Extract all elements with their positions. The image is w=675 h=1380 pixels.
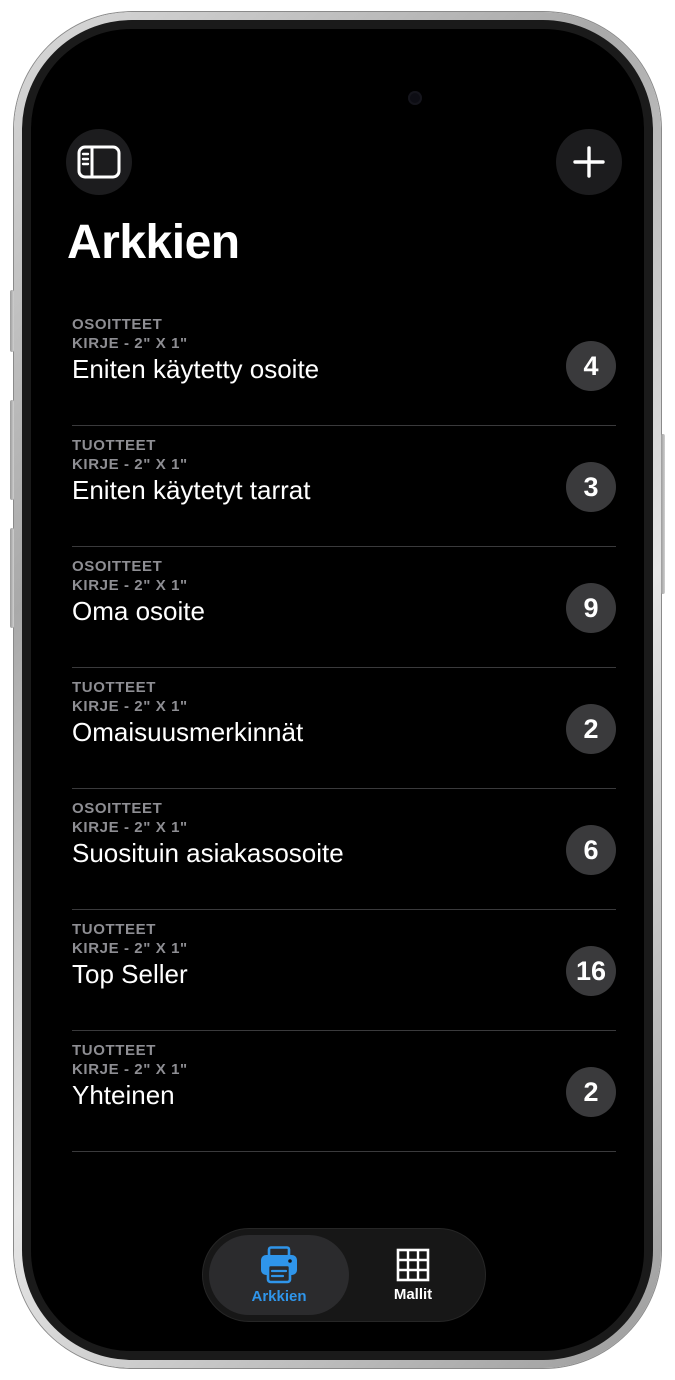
- sheet-category: OSOITTEET: [72, 800, 163, 817]
- sheet-name: Eniten käytetyt tarrat: [72, 475, 311, 505]
- page-title: Arkkien: [67, 216, 240, 269]
- sheet-list: OSOITTEET KIRJE - 2" X 1" Eniten käytett…: [72, 305, 616, 1152]
- list-item[interactable]: TUOTTEET KIRJE - 2" X 1" Eniten käytetyt…: [72, 426, 616, 547]
- sheet-name: Omaisuusmerkinnät: [72, 717, 304, 747]
- sheet-category: OSOITTEET: [72, 316, 163, 333]
- power-button: [661, 434, 665, 594]
- tab-label: Mallit: [393, 1285, 433, 1303]
- sidebar-toggle-button[interactable]: [66, 129, 132, 195]
- front-camera: [408, 91, 422, 105]
- sidebar-icon: [77, 145, 121, 179]
- screen: Arkkien OSOITTEET KIRJE - 2" X 1" Eniten…: [31, 29, 644, 1351]
- count-badge: 6: [566, 825, 616, 875]
- volume-down-button: [10, 528, 14, 628]
- count-badge: 16: [566, 946, 616, 996]
- sheet-format: KIRJE - 2" X 1": [72, 335, 188, 352]
- add-sheet-button[interactable]: [556, 129, 622, 195]
- phone-frame: Arkkien OSOITTEET KIRJE - 2" X 1" Eniten…: [10, 12, 665, 1368]
- count-badge: 2: [566, 704, 616, 754]
- sheet-category: TUOTTEET: [72, 921, 156, 938]
- sheet-format: KIRJE - 2" X 1": [72, 1061, 188, 1078]
- sheet-name: Eniten käytetty osoite: [72, 354, 320, 384]
- sheet-name: Yhteinen: [72, 1080, 175, 1110]
- tab-sheets[interactable]: Arkkien: [209, 1235, 349, 1315]
- count-badge: 2: [566, 1067, 616, 1117]
- volume-up-button: [10, 400, 14, 500]
- sheet-category: TUOTTEET: [72, 1042, 156, 1059]
- sheet-format: KIRJE - 2" X 1": [72, 577, 188, 594]
- tab-templates[interactable]: Mallit: [349, 1235, 477, 1315]
- sheet-format: KIRJE - 2" X 1": [72, 456, 188, 473]
- list-item[interactable]: OSOITTEET KIRJE - 2" X 1" Eniten käytett…: [72, 305, 616, 426]
- sheet-category: OSOITTEET: [72, 558, 163, 575]
- list-item[interactable]: OSOITTEET KIRJE - 2" X 1" Suosituin asia…: [72, 789, 616, 910]
- list-item[interactable]: TUOTTEET KIRJE - 2" X 1" Yhteinen 2: [72, 1031, 616, 1152]
- sheet-format: KIRJE - 2" X 1": [72, 819, 188, 836]
- sheet-format: KIRJE - 2" X 1": [72, 698, 188, 715]
- grid-icon: [396, 1248, 430, 1281]
- sheet-category: TUOTTEET: [72, 679, 156, 696]
- sheet-name: Top Seller: [72, 959, 188, 989]
- printer-icon: [261, 1245, 297, 1283]
- sheet-format: KIRJE - 2" X 1": [72, 940, 188, 957]
- action-button: [10, 290, 14, 352]
- tab-label: Arkkien: [251, 1287, 307, 1305]
- list-item[interactable]: TUOTTEET KIRJE - 2" X 1" Omaisuusmerkinn…: [72, 668, 616, 789]
- sheet-category: TUOTTEET: [72, 437, 156, 454]
- list-item[interactable]: OSOITTEET KIRJE - 2" X 1" Oma osoite 9: [72, 547, 616, 668]
- list-item[interactable]: TUOTTEET KIRJE - 2" X 1" Top Seller 16: [72, 910, 616, 1031]
- plus-icon: [573, 146, 605, 178]
- tab-bar: Arkkien Mallit: [203, 1229, 485, 1321]
- sheet-name: Suosituin asiakasosoite: [72, 838, 344, 868]
- count-badge: 3: [566, 462, 616, 512]
- count-badge: 4: [566, 341, 616, 391]
- sheet-name: Oma osoite: [72, 596, 205, 626]
- bezel: Arkkien OSOITTEET KIRJE - 2" X 1" Eniten…: [22, 20, 653, 1360]
- count-badge: 9: [566, 583, 616, 633]
